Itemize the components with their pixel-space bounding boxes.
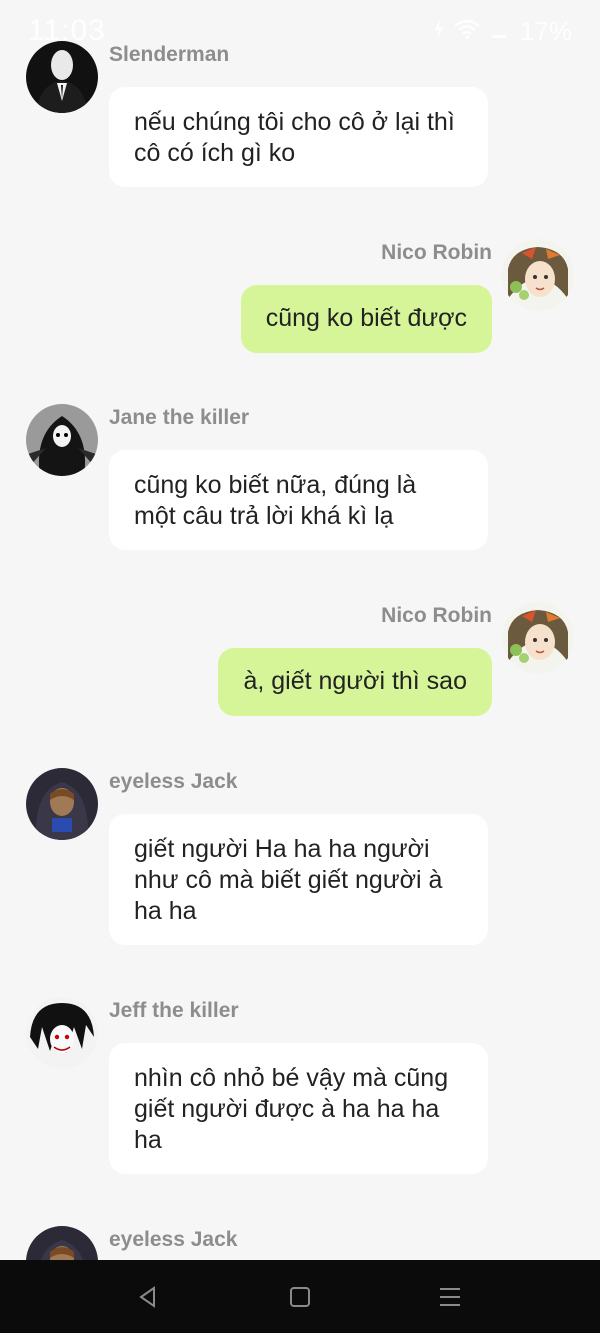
nico-robin-avatar[interactable] bbox=[502, 602, 574, 674]
eyeless-jack-avatar[interactable] bbox=[26, 768, 98, 840]
menu-icon[interactable] bbox=[435, 1282, 465, 1312]
eyeless-jack-avatar[interactable] bbox=[26, 1226, 98, 1260]
slenderman-avatar[interactable] bbox=[26, 41, 98, 113]
sender-name: Nico Robin bbox=[381, 604, 492, 627]
chat-list[interactable]: Slenderman nếu chúng tôi cho cô ở lại th… bbox=[0, 0, 600, 1260]
jane-avatar[interactable] bbox=[26, 404, 98, 476]
sender-name: eyeless Jack bbox=[109, 1228, 238, 1251]
message-bubble[interactable]: nhìn cô nhỏ bé vậy mà cũng giết người đư… bbox=[109, 1043, 488, 1174]
message-bubble[interactable]: nếu chúng tôi cho cô ở lại thì cô có ích… bbox=[109, 87, 488, 187]
back-icon[interactable] bbox=[133, 1282, 163, 1312]
nico-robin-avatar[interactable] bbox=[502, 239, 574, 311]
message-bubble[interactable]: cũng ko biết nữa, đúng là một câu trả lờ… bbox=[109, 450, 488, 550]
message-bubble[interactable]: giết người Ha ha ha người như cô mà biết… bbox=[109, 814, 488, 945]
sender-name: Jane the killer bbox=[109, 406, 250, 429]
sender-name: eyeless Jack bbox=[109, 770, 238, 793]
home-icon[interactable] bbox=[285, 1282, 315, 1312]
message-bubble[interactable]: cũng ko biết được bbox=[240, 285, 492, 353]
sender-name: Jeff the killer bbox=[109, 999, 239, 1022]
message-bubble[interactable]: à, giết người thì sao bbox=[218, 648, 492, 716]
jeff-avatar[interactable] bbox=[26, 997, 98, 1069]
sender-name: Slenderman bbox=[109, 43, 230, 66]
sender-name: Nico Robin bbox=[381, 241, 492, 264]
chat-screen: 11:03 17% Slenderman nếu chúng tôi cho c… bbox=[0, 0, 600, 1333]
navigation-bar bbox=[0, 1260, 600, 1333]
